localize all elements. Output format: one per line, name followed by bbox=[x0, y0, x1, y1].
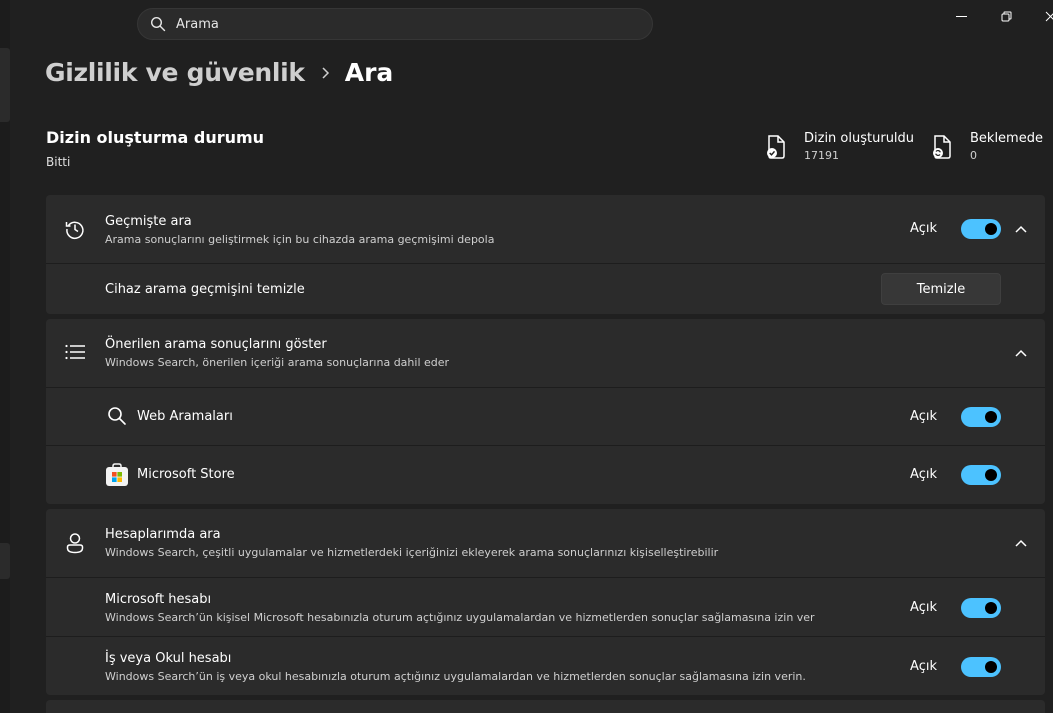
minimize-icon bbox=[955, 15, 967, 17]
search-icon bbox=[150, 16, 166, 32]
search-history-header[interactable]: Geçmişte ara Arama sonuçlarını geliştirm… bbox=[46, 195, 1045, 263]
breadcrumb-parent-link[interactable]: Gizlilik ve güvenlik bbox=[45, 58, 305, 87]
work-school-account-toggle[interactable] bbox=[961, 657, 1001, 677]
microsoft-store-state: Açık bbox=[910, 467, 937, 482]
indexed-stat: Dizin oluşturuldu 17191 bbox=[765, 130, 914, 164]
search-history-desc: Arama sonuçlarını geliştirmek için bu ci… bbox=[105, 233, 495, 246]
microsoft-store-icon bbox=[105, 463, 129, 487]
indexing-status-title: Dizin oluşturma durumu bbox=[46, 128, 265, 147]
clear-history-button[interactable]: Temizle bbox=[881, 273, 1001, 305]
next-section-card bbox=[46, 700, 1045, 713]
chevron-right-icon bbox=[321, 66, 331, 80]
page-title: Ara bbox=[344, 58, 394, 87]
restore-button[interactable] bbox=[983, 0, 1029, 32]
indexed-label: Dizin oluşturuldu bbox=[804, 131, 915, 146]
nav-rail-item[interactable] bbox=[0, 48, 10, 122]
settings-search-box[interactable] bbox=[137, 8, 653, 40]
indexed-file-icon bbox=[767, 135, 785, 159]
restore-icon bbox=[1001, 11, 1011, 21]
account-search-desc: Windows Search, çeşitli uygulamalar ve h… bbox=[105, 546, 719, 559]
web-searches-label: Web Aramaları bbox=[137, 409, 233, 424]
work-school-account-state: Açık bbox=[910, 659, 937, 674]
work-school-account-title: İş veya Okul hesabı bbox=[105, 651, 232, 666]
close-icon bbox=[1045, 11, 1053, 21]
pending-count: 0 bbox=[970, 149, 977, 162]
microsoft-account-title: Microsoft hesabı bbox=[105, 592, 212, 607]
indexed-count: 17191 bbox=[804, 149, 839, 162]
microsoft-store-label: Microsoft Store bbox=[137, 467, 235, 482]
microsoft-store-toggle[interactable] bbox=[961, 465, 1001, 485]
work-school-account-row: İş veya Okul hesabı Windows Search’ün iş… bbox=[46, 636, 1045, 695]
suggested-results-header[interactable]: Önerilen arama sonuçlarını göster Window… bbox=[46, 319, 1045, 387]
microsoft-account-state: Açık bbox=[910, 600, 937, 615]
microsoft-account-row: Microsoft hesabı Windows Search’ün kişis… bbox=[46, 577, 1045, 636]
minimize-button[interactable] bbox=[938, 0, 984, 32]
work-school-account-desc: Windows Search’ün iş veya okul hesabınız… bbox=[105, 670, 806, 683]
pending-stat: Beklemede 0 bbox=[931, 130, 1043, 164]
history-icon bbox=[64, 218, 86, 240]
search-input[interactable] bbox=[176, 16, 616, 32]
web-searches-toggle[interactable] bbox=[961, 407, 1001, 427]
search-history-title: Geçmişte ara bbox=[105, 214, 192, 229]
close-button[interactable] bbox=[1027, 0, 1053, 32]
clear-history-label: Cihaz arama geçmişini temizle bbox=[105, 282, 305, 297]
pending-file-icon bbox=[933, 135, 951, 159]
account-search-header[interactable]: Hesaplarımda ara Windows Search, çeşitli… bbox=[46, 509, 1045, 577]
account-search-card: Hesaplarımda ara Windows Search, çeşitli… bbox=[46, 509, 1045, 695]
chevron-up-icon[interactable] bbox=[1013, 221, 1029, 237]
search-history-toggle[interactable] bbox=[961, 219, 1001, 239]
microsoft-account-toggle[interactable] bbox=[961, 598, 1001, 618]
suggested-results-card: Önerilen arama sonuçlarını göster Window… bbox=[46, 319, 1045, 504]
breadcrumb: Gizlilik ve güvenlik Ara bbox=[45, 58, 393, 87]
nav-rail-item[interactable] bbox=[0, 543, 10, 579]
account-search-title: Hesaplarımda ara bbox=[105, 527, 221, 542]
list-icon bbox=[64, 341, 86, 363]
microsoft-account-desc: Windows Search’ün kişisel Microsoft hesa… bbox=[105, 611, 815, 624]
chevron-up-icon[interactable] bbox=[1013, 345, 1029, 361]
pending-label: Beklemede bbox=[970, 131, 1043, 146]
nav-rail bbox=[0, 0, 10, 713]
web-searches-state: Açık bbox=[910, 409, 937, 424]
suggested-results-title: Önerilen arama sonuçlarını göster bbox=[105, 337, 327, 352]
person-icon bbox=[64, 532, 86, 554]
microsoft-store-row: Microsoft Store Açık bbox=[46, 445, 1045, 504]
suggested-results-desc: Windows Search, önerilen içeriği arama s… bbox=[105, 356, 450, 369]
indexing-status-value: Bitti bbox=[46, 155, 71, 169]
chevron-up-icon[interactable] bbox=[1013, 535, 1029, 551]
web-searches-row: Web Aramaları Açık bbox=[46, 387, 1045, 445]
search-history-card: Geçmişte ara Arama sonuçlarını geliştirm… bbox=[46, 195, 1045, 314]
search-icon bbox=[106, 405, 128, 427]
clear-history-row: Cihaz arama geçmişini temizle Temizle bbox=[46, 263, 1045, 314]
search-history-state: Açık bbox=[910, 221, 937, 236]
